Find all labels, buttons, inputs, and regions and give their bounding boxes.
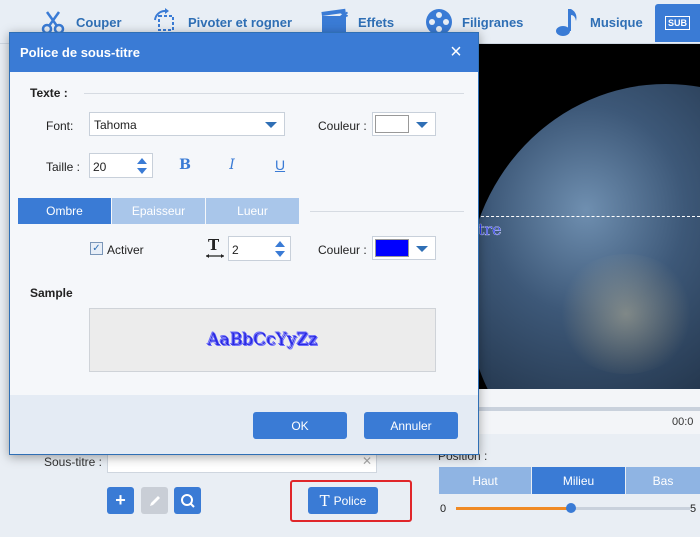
dialog-body: Texte : Font: Tahoma Couleur : Taille : … — [10, 72, 478, 395]
clear-icon[interactable]: ✕ — [362, 454, 372, 468]
slider-min: 0 — [440, 503, 447, 515]
chevron-down-icon — [265, 122, 277, 128]
font-t-icon: T — [319, 491, 330, 510]
stepper-up-icon[interactable] — [137, 158, 147, 164]
slider-max: 5 — [690, 503, 697, 515]
subtitle-tab-icon: SUB — [664, 16, 690, 30]
font-select[interactable]: Tahoma — [89, 112, 285, 136]
text-section-title: Texte : — [30, 86, 68, 100]
font-value: Tahoma — [94, 118, 137, 132]
text-color-select[interactable] — [372, 112, 436, 136]
ok-button[interactable]: OK — [253, 412, 347, 439]
text-color-swatch — [375, 115, 409, 133]
position-bottom[interactable]: Bas — [626, 467, 700, 494]
toolbar-music-label: Musique — [590, 14, 643, 30]
police-button[interactable]: T Police — [308, 487, 378, 514]
toolbar-cut-label: Couper — [76, 14, 122, 30]
stepper-up-icon[interactable] — [275, 241, 285, 247]
text-color-label: Couleur : — [318, 119, 367, 133]
slider-fill — [456, 507, 571, 510]
pencil-icon — [149, 495, 160, 506]
sample-preview: AaBbCcYyZz — [89, 308, 436, 372]
size-value: 20 — [93, 160, 107, 174]
police-label: Police — [333, 493, 367, 508]
toolbar-rotate-crop-label: Pivoter et rogner — [188, 14, 293, 30]
size-stepper[interactable]: 20 — [89, 153, 153, 178]
enable-checkbox[interactable]: ✓ — [90, 242, 103, 255]
outline-color-swatch — [375, 239, 409, 257]
close-icon[interactable]: × — [446, 42, 466, 62]
outline-value: 2 — [232, 243, 239, 257]
position-top[interactable]: Haut — [439, 467, 531, 494]
music-note-icon — [552, 7, 582, 37]
tab-glow[interactable]: Lueur — [206, 198, 299, 224]
preview-subtitle-text: tre — [478, 220, 502, 239]
toolbar-music[interactable]: Musique — [552, 4, 643, 40]
text-outline-icon: T — [205, 236, 225, 263]
toolbar-effects-label: Effets — [358, 14, 395, 30]
chevron-down-icon — [416, 122, 428, 128]
slider-handle[interactable] — [565, 503, 576, 513]
subtitle-label: Sous-titre : — [44, 455, 103, 469]
svg-text:T: T — [208, 236, 220, 254]
sample-section-title: Sample — [30, 286, 73, 300]
size-label: Taille : — [46, 160, 81, 174]
chevron-down-icon — [416, 246, 428, 252]
font-label: Font: — [46, 119, 74, 133]
toolbar-watermarks-label: Filigranes — [462, 14, 524, 30]
outline-color-select[interactable] — [372, 236, 436, 260]
stepper-down-icon[interactable] — [275, 251, 285, 257]
plus-icon: + — [115, 490, 126, 510]
playback-area — [476, 389, 700, 434]
cancel-button[interactable]: Annuler — [364, 412, 458, 439]
outline-color-label: Couleur : — [318, 243, 367, 257]
search-subtitle-button[interactable] — [174, 487, 201, 514]
tab-thickness[interactable]: Epaisseur — [112, 198, 205, 224]
dialog-footer: OK Annuler — [10, 395, 478, 454]
subtitle-guide-line — [476, 216, 700, 217]
add-subtitle-button[interactable]: + — [107, 487, 134, 514]
bold-button[interactable]: B — [175, 157, 195, 177]
time-readout: 00:0 — [672, 416, 694, 428]
sample-text: AaBbCcYyZz — [207, 330, 318, 350]
italic-button[interactable]: I — [222, 157, 242, 177]
edit-subtitle-button[interactable] — [141, 487, 168, 514]
position-middle[interactable]: Milieu — [532, 467, 625, 494]
playback-progress[interactable] — [476, 407, 700, 411]
underline-button[interactable]: U — [270, 157, 290, 177]
search-icon — [180, 493, 195, 508]
dialog-title: Police de sous-titre — [10, 33, 478, 72]
font-dialog: Police de sous-titre × Texte : Font: Tah… — [9, 32, 479, 455]
check-icon: ✓ — [92, 243, 101, 254]
outline-stepper[interactable]: 2 — [228, 236, 291, 261]
enable-label: Activer — [107, 243, 144, 257]
svg-text:✱: ✱ — [340, 10, 349, 21]
toolbar-subtitle-tab[interactable]: SUB — [655, 4, 700, 42]
stepper-down-icon[interactable] — [137, 168, 147, 174]
tab-shadow[interactable]: Ombre — [18, 198, 111, 224]
